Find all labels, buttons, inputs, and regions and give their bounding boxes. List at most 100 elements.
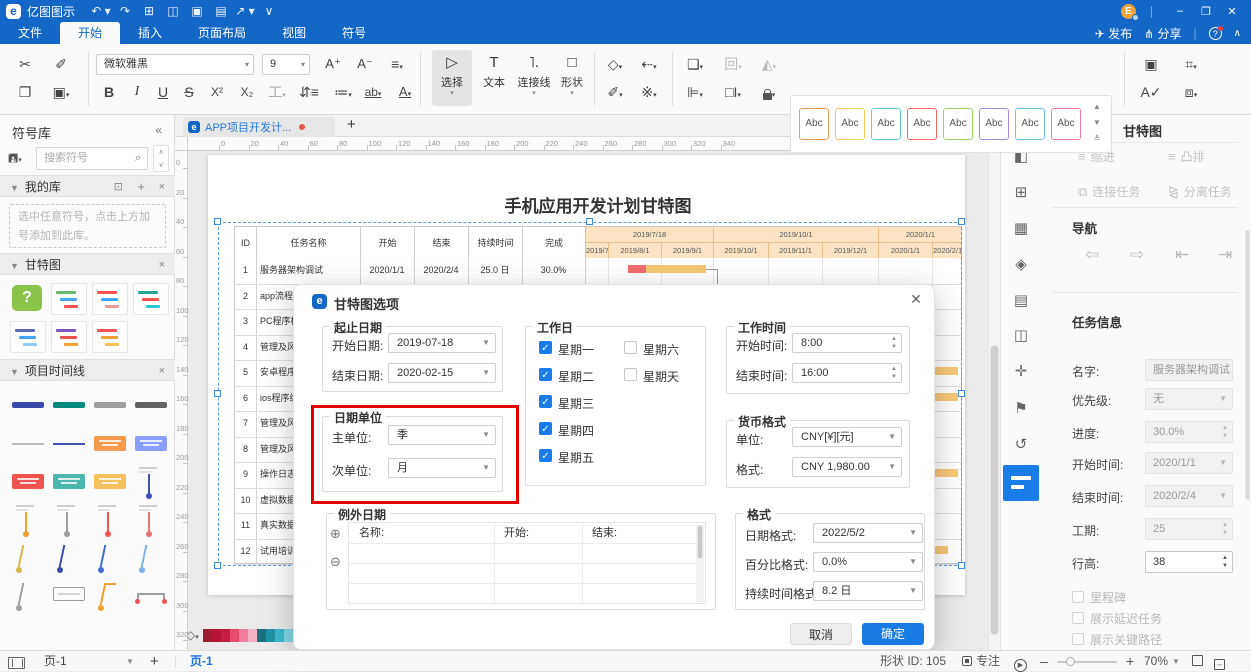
selection-handle[interactable] [958,562,965,569]
decrease-font-icon[interactable]: A⁻ [352,53,378,75]
timeline-symbol-9[interactable] [51,465,89,499]
dropdown-caret-icon[interactable]: ▼ [888,458,896,476]
zoom-in-button[interactable]: + [1126,651,1134,672]
palette-swatch-1[interactable] [212,629,221,642]
crop-icon[interactable]: ⌗▾ [1178,53,1204,75]
selection-handle[interactable] [586,218,593,225]
palette-swatch-0[interactable] [203,629,212,642]
palette-swatch-9[interactable] [284,629,293,642]
bold-icon[interactable]: B [96,81,122,103]
export-icon[interactable]: ↗ ▾ [233,4,257,18]
collapse-sidebar-icon[interactable]: « [155,123,162,137]
dropdown-caret-icon[interactable]: ▼ [888,428,896,446]
minimize-button[interactable]: – [1167,5,1193,17]
close-gantt-section-icon[interactable]: × [159,254,165,276]
bullet-list-icon[interactable]: ≔▾ [330,81,356,103]
checkbox-星期二[interactable]: ✓ [539,368,552,381]
new-file-icon[interactable]: ⊞ [137,4,161,18]
gantt-panel-icon[interactable] [1003,465,1039,501]
checkbox-星期三[interactable]: ✓ [539,395,552,408]
palette-swatch-7[interactable] [266,629,275,642]
redo-icon[interactable]: ↷ [113,4,137,18]
outdent-button[interactable]: ≡凸排 [1168,148,1205,165]
timeline-symbol-4[interactable] [10,427,48,461]
print-icon[interactable]: ▤ [209,4,233,18]
spinner-icon[interactable]: ▲▼ [891,335,897,351]
style-swatch-1[interactable]: Abc [835,108,865,140]
style-swatch-2[interactable]: Abc [871,108,901,140]
publish-button[interactable]: ✈ 发布 [1095,25,1132,42]
field-结束日期[interactable]: 2020-02-15▼ [388,363,496,383]
notes-icon[interactable]: ▤ [1001,291,1041,309]
section-gantt[interactable]: ▼甘特图 × [0,253,175,275]
ok-button[interactable]: 确定 [862,623,924,645]
components-icon[interactable]: ⊞ [1001,183,1041,201]
replace-shape-icon[interactable]: ⧈▾ [1178,81,1204,103]
timeline-symbol-5[interactable] [51,427,89,461]
nav-next-icon[interactable]: ⇨ [1130,245,1144,265]
flip-icon[interactable]: ◭▾ [756,53,782,75]
selection-handle[interactable] [958,218,965,225]
close-my-library-icon[interactable]: × [159,176,165,198]
checkbox-星期天[interactable] [624,368,637,381]
selection-handle[interactable] [214,562,221,569]
timeline-symbol-18[interactable] [92,541,130,575]
fit-screen-icon[interactable] [1192,651,1203,672]
pages-panel-icon[interactable] [8,651,25,672]
selection-handle[interactable] [214,218,221,225]
spellcheck-icon[interactable]: A✓ [1138,81,1164,103]
text-align-icon[interactable]: ≡▾ [384,53,410,75]
active-page-tab[interactable]: 页-1 [190,651,213,672]
copy-icon[interactable]: ❐ [12,81,38,103]
canvas-vertical-scrollbar[interactable] [988,151,1000,650]
exceptions-scrollbar[interactable] [696,524,704,602]
field-格式[interactable]: CNY 1,980.00▼ [792,457,902,477]
timeline-symbol-21[interactable] [51,579,89,613]
timeline-symbol-16[interactable] [10,541,48,575]
fit-width-icon[interactable]: ↔ [1214,651,1225,672]
user-avatar[interactable]: E [1121,4,1136,19]
checkbox-星期六[interactable] [624,341,637,354]
image-icon[interactable]: ▦ [1001,219,1041,237]
timeline-symbol-15[interactable] [133,503,171,537]
timeline-symbol-3[interactable] [133,389,171,423]
new-document-tab-button[interactable]: + [347,116,356,133]
focus-button[interactable]: 专注 [962,651,1000,672]
dropdown-caret-icon[interactable]: ▼ [909,582,917,600]
gantt-symbol-4[interactable] [10,321,46,353]
gallery-more-icon[interactable]: ≚ [1089,134,1105,143]
timeline-symbol-19[interactable] [133,541,171,575]
close-button[interactable]: ✕ [1219,5,1245,18]
field-开始日期[interactable]: 2019-07-18▼ [388,333,496,353]
nav-first-icon[interactable]: ⇤ [1175,245,1189,265]
timeline-symbol-23[interactable] [133,579,171,613]
timeline-symbol-2[interactable] [92,389,130,423]
gantt-bar[interactable] [646,265,706,273]
palette-swatch-3[interactable] [230,629,239,642]
zoom-out-button[interactable]: – [1040,651,1048,672]
line-color-icon[interactable]: ✐▾ [602,81,628,103]
timeline-symbol-13[interactable] [51,503,89,537]
timeline-symbol-11[interactable] [133,465,171,499]
field-持续时间格式[interactable]: 8.2 日▼ [813,581,923,601]
connector-tool[interactable]: ˥. 连接线▾ [514,50,554,106]
dropdown-caret-icon[interactable]: ▼ [909,553,917,571]
menu-tab-页面布局[interactable]: 页面布局 [180,22,264,44]
palette-swatch-8[interactable] [275,629,284,642]
fill-color-icon[interactable]: ◇▾ [602,53,628,75]
palette-swatch-2[interactable] [221,629,230,642]
style-swatch-0[interactable]: Abc [799,108,829,140]
style-swatch-5[interactable]: Abc [979,108,1009,140]
save-icon[interactable]: ▣ [185,4,209,18]
panel-scrollbar[interactable] [1244,115,1251,650]
remove-exception-icon[interactable]: ⊖ [330,554,341,570]
timeline-symbol-10[interactable] [92,465,130,499]
field-开始时间[interactable]: 8:00▲▼ [792,333,902,353]
library-scroll-stepper[interactable]: ∧∨ [153,145,169,172]
collapse-ribbon-icon[interactable]: ∧ [1234,28,1241,39]
selection-handle[interactable] [958,390,965,397]
checkbox-星期四[interactable]: ✓ [539,422,552,435]
style-swatch-4[interactable]: Abc [943,108,973,140]
gantt-bar-progress[interactable] [628,265,646,273]
preview-icon[interactable]: ▣ [1138,53,1164,75]
